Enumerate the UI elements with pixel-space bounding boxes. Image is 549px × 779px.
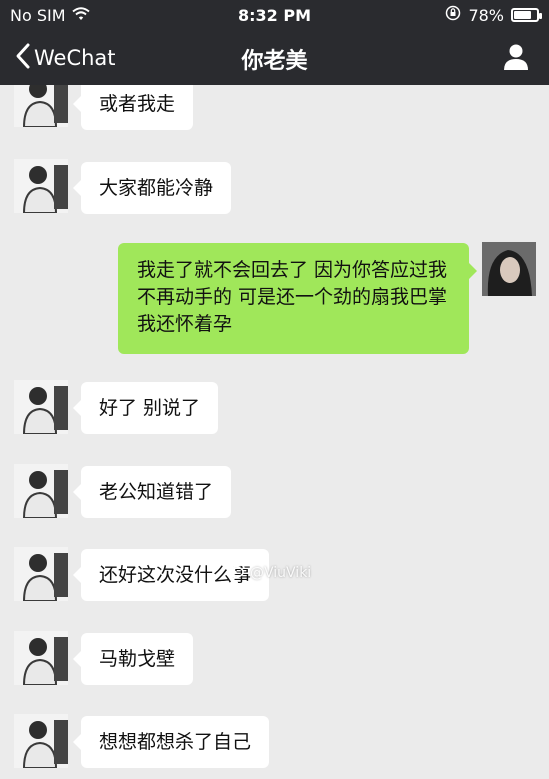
battery-fill (514, 11, 531, 19)
contact-info-button[interactable] (499, 42, 533, 72)
person-icon (499, 44, 533, 76)
message-bubble-received[interactable]: 大家都能冷静 (72, 162, 232, 214)
message-bubble-received[interactable]: 好了 别说了 (72, 382, 219, 434)
contact-avatar[interactable] (14, 85, 68, 127)
message-bubble-received[interactable]: 或者我走 (72, 85, 194, 130)
message-bubble-sent[interactable]: 我走了就不会回去了 因为你答应过我不再动手的 可是还一个劲的扇我巴掌 我还怀着孕 (118, 243, 477, 354)
message-text: 我走了就不会回去了 因为你答应过我不再动手的 可是还一个劲的扇我巴掌 我还怀着孕 (137, 259, 448, 335)
message-text: 好了 别说了 (99, 397, 201, 419)
weibo-logo-icon (228, 563, 246, 582)
contact-avatar[interactable] (14, 714, 68, 768)
message-text: 马勒戈壁 (99, 648, 176, 670)
message-text: 想想都想杀了自己 (99, 731, 252, 753)
message-bubble-received[interactable]: 老公知道错了 (72, 466, 232, 518)
message-text: 老公知道错了 (99, 481, 214, 503)
battery-icon (511, 8, 542, 22)
contact-avatar[interactable] (14, 631, 68, 685)
watermark: @ViuViki (228, 563, 311, 582)
message-list[interactable]: 或者我走 大家都能冷静 我走了就不会回去了 因为你答应过我不再动手的 可是还一个… (0, 85, 549, 779)
contact-avatar[interactable] (14, 159, 68, 213)
status-right: 78% (445, 5, 542, 25)
message-bubble-received[interactable]: 想想都想杀了自己 (72, 716, 270, 768)
battery-percent: 78% (468, 5, 504, 25)
watermark-text: @ViuViki (250, 564, 312, 581)
nav-bar: WeChat 你老美 (0, 30, 549, 85)
contact-avatar[interactable] (14, 380, 68, 434)
chat-title: 你老美 (241, 49, 308, 74)
contact-avatar[interactable] (14, 464, 68, 518)
status-bar: No SIM 8:32 PM 78% (0, 0, 549, 30)
message-text: 或者我走 (99, 93, 176, 115)
message-text: 大家都能冷静 (99, 177, 214, 199)
message-bubble-received[interactable]: 马勒戈壁 (72, 633, 194, 685)
contact-avatar[interactable] (14, 547, 68, 601)
rotation-lock-icon (445, 5, 461, 25)
my-avatar[interactable] (482, 242, 536, 296)
